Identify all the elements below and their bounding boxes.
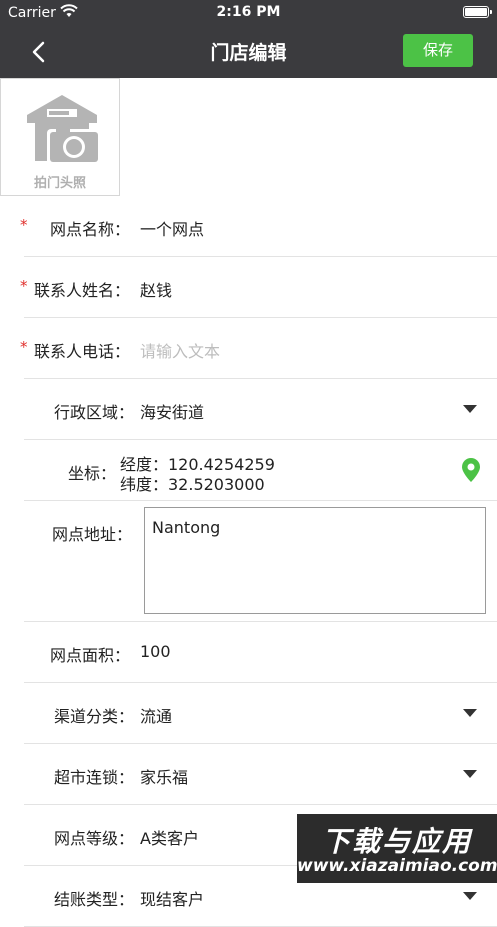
field-channel[interactable]: 渠道分类： 流通	[24, 683, 497, 744]
required-mark: *	[20, 216, 28, 234]
nav-bar: 门店编辑 保存	[0, 26, 497, 78]
chain-value[interactable]: 家乐福	[140, 764, 188, 788]
settlement-value[interactable]: 现结客户	[140, 886, 204, 910]
dropdown-arrow-icon[interactable]	[463, 770, 477, 778]
watermark-url: www.xiazaimiao.com	[297, 856, 497, 876]
clock: 2:16 PM	[216, 4, 281, 20]
address-textarea[interactable]: Nantong	[144, 507, 486, 614]
field-address: 网点地址： Nantong	[24, 501, 497, 622]
contact-phone-label: 联系人电话：	[34, 342, 131, 361]
status-bar: Carrier 2:16 PM	[0, 0, 497, 26]
field-store-name[interactable]: * 网点名称： 一个网点	[20, 196, 497, 257]
required-mark: *	[20, 277, 28, 295]
watermark-title: 下载与应用	[321, 825, 472, 858]
storefront-photo-upload[interactable]: 拍门头照	[0, 78, 120, 196]
chain-label: 超市连锁：	[54, 768, 135, 787]
contact-name-value[interactable]: 赵钱	[140, 277, 172, 301]
field-contact-phone[interactable]: * 联系人电话： 请输入文本	[20, 318, 497, 379]
address-label: 网点地址：	[52, 525, 133, 544]
channel-label: 渠道分类：	[54, 707, 135, 726]
camera-shop-icon	[27, 95, 101, 165]
region-value[interactable]: 海安街道	[140, 399, 204, 423]
location-pin-icon[interactable]	[461, 457, 481, 483]
dropdown-arrow-icon[interactable]	[463, 709, 477, 717]
dropdown-arrow-icon[interactable]	[463, 405, 477, 413]
grade-value[interactable]: A类客户	[140, 825, 199, 849]
field-chain[interactable]: 超市连锁： 家乐福	[24, 744, 497, 805]
dropdown-arrow-icon[interactable]	[463, 892, 477, 900]
battery-icon	[463, 6, 492, 18]
store-name-label: 网点名称：	[50, 220, 131, 239]
channel-value[interactable]: 流通	[140, 703, 172, 727]
photo-label: 拍门头照	[33, 176, 86, 191]
latitude-value: 纬度：32.5203000	[120, 475, 265, 494]
grade-label: 网点等级：	[54, 829, 135, 848]
coordinates-label: 坐标：	[68, 464, 117, 483]
area-label: 网点面积：	[50, 646, 131, 665]
region-label: 行政区域：	[54, 403, 135, 422]
field-contact-name[interactable]: * 联系人姓名： 赵钱	[20, 257, 497, 318]
field-region[interactable]: 行政区域： 海安街道	[24, 379, 497, 440]
contact-name-label: 联系人姓名：	[34, 281, 131, 300]
required-mark: *	[20, 338, 28, 356]
field-coordinates: 坐标： 经度：120.4254259 纬度：32.5203000	[24, 440, 497, 501]
field-area[interactable]: 网点面积： 100	[24, 622, 497, 683]
back-chevron-icon[interactable]	[28, 40, 50, 64]
settlement-label: 结账类型：	[54, 890, 135, 909]
contact-phone-input[interactable]: 请输入文本	[140, 338, 220, 362]
area-value[interactable]: 100	[140, 642, 171, 661]
save-button[interactable]: 保存	[403, 34, 473, 67]
store-name-value[interactable]: 一个网点	[140, 216, 204, 240]
watermark: 下载与应用 www.xiazaimiao.com	[297, 814, 497, 883]
